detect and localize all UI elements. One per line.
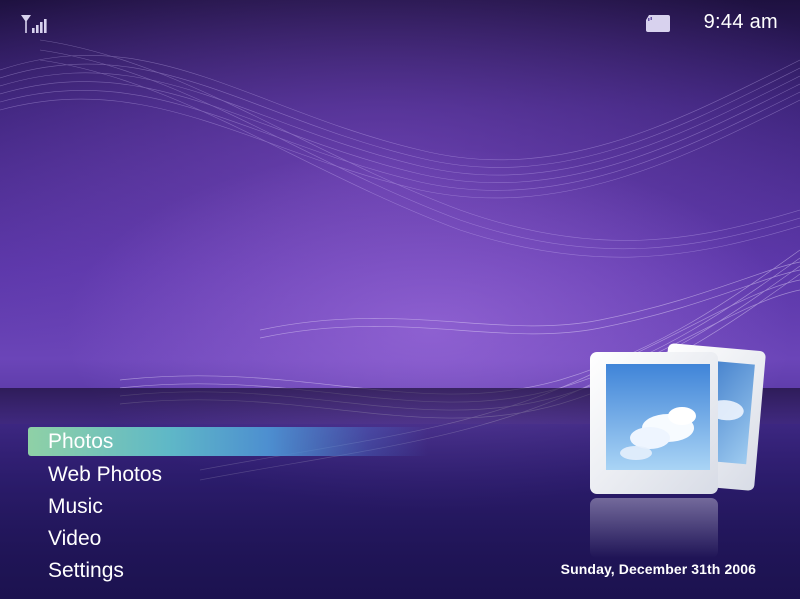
signal-strength-icon	[21, 15, 47, 33]
menu-item-label: Photos	[48, 430, 114, 453]
menu-item-music[interactable]: Music	[28, 491, 428, 523]
menu-item-video[interactable]: Video	[28, 523, 428, 555]
menu-item-label: Settings	[48, 559, 124, 582]
menu-item-label: Video	[48, 527, 102, 550]
main-menu: Photos Web Photos Music Video Settings	[28, 427, 428, 587]
memory-card-icon	[646, 15, 670, 32]
clock: 9:44 am	[703, 11, 778, 33]
menu-item-label: Web Photos	[48, 463, 163, 486]
photos-stack-icon	[590, 343, 766, 558]
date-label: Sunday, December 31th 2006	[560, 561, 756, 577]
menu-item-photos[interactable]: Photos	[28, 427, 428, 456]
menu-item-settings[interactable]: Settings	[28, 555, 428, 587]
menu-item-web-photos[interactable]: Web Photos	[28, 459, 428, 491]
home-screen: 9:44 am Photos Web Photos Music Video Se…	[0, 0, 800, 599]
menu-item-label: Music	[48, 495, 103, 518]
